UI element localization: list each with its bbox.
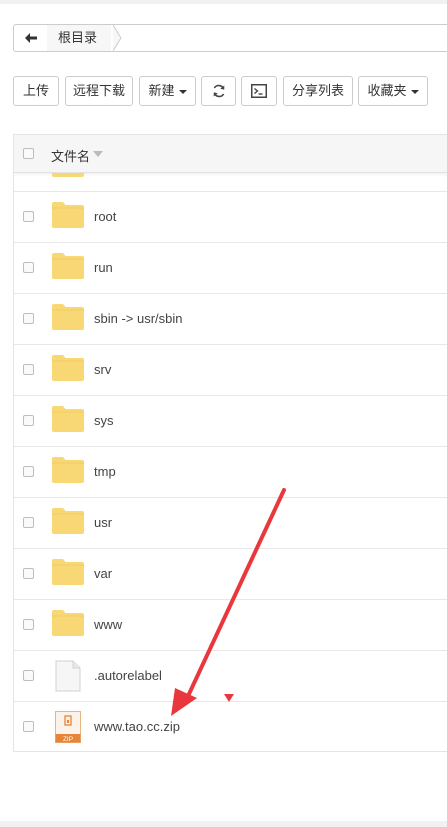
terminal-icon: [251, 83, 267, 98]
sort-caret-down-icon[interactable]: [93, 151, 103, 157]
table-row[interactable]: var: [14, 549, 447, 600]
table-row[interactable]: ZIP www.tao.cc.zip: [14, 702, 447, 751]
file-name-link[interactable]: .autorelabel: [94, 668, 162, 683]
refresh-icon: [213, 84, 224, 97]
table-header: 文件名: [14, 135, 447, 173]
file-name-link[interactable]: run: [94, 260, 113, 275]
table-row[interactable]: sys: [14, 396, 447, 447]
file-icon: [55, 660, 81, 692]
share-list-label: 分享列表: [291, 83, 344, 98]
file-name-link[interactable]: srv: [94, 362, 111, 377]
file-name-link[interactable]: usr: [94, 515, 112, 530]
select-all-checkbox[interactable]: [23, 148, 34, 159]
row-checkbox[interactable]: [23, 619, 34, 630]
terminal-button[interactable]: [241, 76, 277, 106]
share-list-button[interactable]: 分享列表: [283, 76, 353, 106]
new-dropdown-button[interactable]: 新建: [139, 76, 196, 106]
arrow-left-icon: [24, 33, 37, 43]
table-row[interactable]: www: [14, 600, 447, 651]
filename-column-header[interactable]: 文件名: [51, 146, 90, 165]
table-body[interactable]: root run sbin -> usr/sbin srv sys tmp usr var ww…: [14, 173, 447, 751]
folder-icon: [52, 610, 84, 636]
file-name-link[interactable]: root: [94, 209, 116, 224]
folder-icon: [52, 355, 84, 381]
file-manager-panel: 根目录 上传 远程下载 新建 分享列表 收藏夹 文件名 root run sbi…: [0, 4, 447, 821]
folder-icon: [52, 173, 84, 177]
row-checkbox[interactable]: [23, 517, 34, 528]
table-row[interactable]: srv: [14, 345, 447, 396]
row-checkbox[interactable]: [23, 466, 34, 477]
breadcrumb-root[interactable]: 根目录: [47, 25, 112, 51]
file-rows: root run sbin -> usr/sbin srv sys tmp usr var ww…: [14, 173, 447, 751]
file-name-link[interactable]: tmp: [94, 464, 116, 479]
row-checkbox[interactable]: [23, 415, 34, 426]
row-checkbox[interactable]: [23, 364, 34, 375]
row-checkbox[interactable]: [23, 313, 34, 324]
folder-icon: [52, 304, 84, 330]
caret-down-icon: [410, 89, 419, 94]
favorites-dropdown-button[interactable]: 收藏夹: [358, 76, 428, 106]
folder-icon: [52, 559, 84, 585]
folder-icon: [52, 253, 84, 279]
file-name-link[interactable]: www.tao.cc.zip: [94, 719, 180, 734]
row-checkbox[interactable]: [23, 211, 34, 222]
upload-button[interactable]: 上传: [13, 76, 59, 106]
folder-icon: [52, 457, 84, 483]
file-name-link[interactable]: sys: [94, 413, 114, 428]
folder-icon: [52, 406, 84, 432]
caret-down-icon: [178, 89, 187, 94]
breadcrumb-separator: [113, 25, 122, 51]
back-button[interactable]: [14, 25, 48, 51]
table-row[interactable]: tmp: [14, 447, 447, 498]
file-name-link[interactable]: var: [94, 566, 112, 581]
remote-download-label: 远程下载: [72, 83, 125, 98]
zip-file-icon: ZIP: [55, 711, 81, 743]
table-row[interactable]: root: [14, 192, 447, 243]
upload-label: 上传: [22, 83, 49, 98]
folder-icon: [52, 508, 84, 534]
remote-download-button[interactable]: 远程下载: [65, 76, 133, 106]
refresh-button[interactable]: [201, 76, 236, 106]
row-checkbox[interactable]: [23, 721, 34, 732]
table-row[interactable]: usr: [14, 498, 447, 549]
row-checkbox[interactable]: [23, 670, 34, 681]
table-row[interactable]: sbin -> usr/sbin: [14, 294, 447, 345]
table-row[interactable]: run: [14, 243, 447, 294]
zip-badge-text: ZIP: [63, 736, 73, 743]
file-table: 文件名 root run sbin -> usr/sbin srv sys tmp usr v…: [13, 134, 447, 752]
file-name-link[interactable]: www: [94, 617, 122, 632]
favorites-label: 收藏夹: [367, 83, 407, 98]
row-checkbox[interactable]: [23, 568, 34, 579]
file-name-link[interactable]: sbin -> usr/sbin: [94, 311, 183, 326]
breadcrumb: 根目录: [13, 24, 447, 52]
row-checkbox[interactable]: [23, 262, 34, 273]
folder-icon: [52, 202, 84, 228]
new-label: 新建: [148, 83, 175, 98]
table-row[interactable]: [14, 173, 447, 192]
table-row[interactable]: .autorelabel: [14, 651, 447, 702]
